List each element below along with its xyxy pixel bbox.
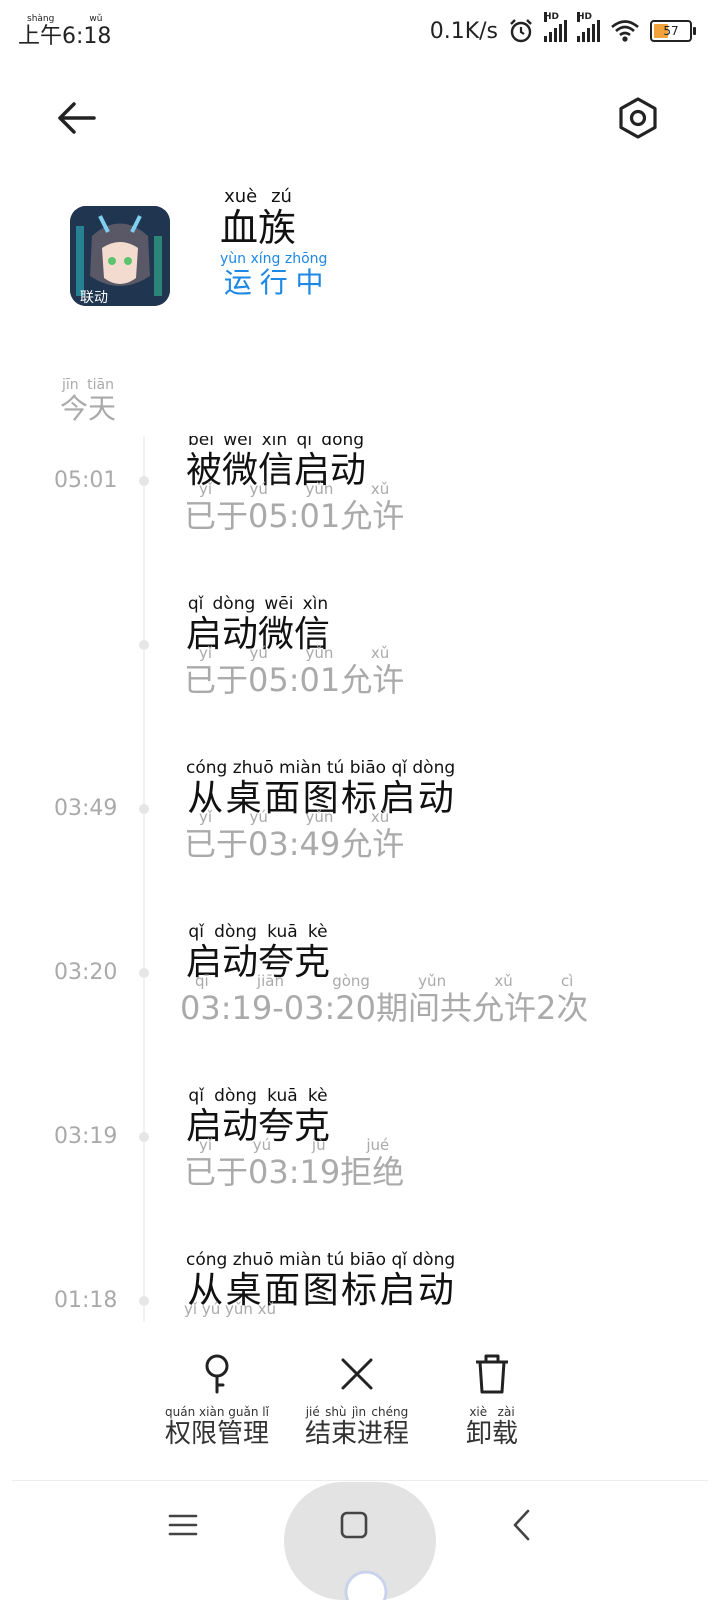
timeline-dot: [139, 1132, 149, 1142]
stop-process-button[interactable]: 结束进程jié shù jìn chéng: [292, 1352, 422, 1450]
entry-time: 01:18: [54, 1288, 118, 1313]
navigation-bar: [0, 1482, 720, 1600]
menu-icon[interactable]: [168, 1510, 198, 1540]
timeline-entry: 03:49 从桌面图标启动cóng zhuō miàn tú biāo qǐ d…: [0, 758, 720, 924]
home-square-icon[interactable]: [339, 1510, 369, 1540]
entry-time: 05:01: [54, 468, 118, 493]
status-icons: 0.1K/s HD HD 57: [429, 12, 696, 44]
arrow-left-icon: [58, 102, 96, 134]
battery-icon: 57: [650, 20, 696, 42]
entry-time: 03:49: [54, 796, 118, 821]
timeline-list[interactable]: 05:01 被微信启动bèi wēi xìn qǐ dòng 已于05:01允许…: [0, 436, 720, 1322]
wifi-icon: [611, 20, 639, 42]
back-button[interactable]: [52, 98, 100, 138]
timeline-entry: 03:19 启动夸克qǐ dòng kuā kè 已于03:19拒绝yǐ yú …: [0, 1086, 720, 1252]
entry-subtitle: 已于05:01允许yǐ yú yǔn xǔ: [184, 480, 405, 535]
timeline-dot: [139, 804, 149, 814]
settings-button[interactable]: [616, 96, 660, 140]
app-icon: 联动: [70, 206, 170, 306]
entry-time: 03:20: [54, 960, 118, 985]
entry-subtitle: yǐ yú yǔn xǔ: [184, 1300, 277, 1318]
divider: [12, 1480, 708, 1481]
trash-icon: [476, 1354, 508, 1394]
timeline-dot: [139, 968, 149, 978]
permissions-button[interactable]: 权限管理quán xiàn guǎn lǐ: [152, 1352, 282, 1450]
chevron-left-icon[interactable]: [510, 1508, 534, 1542]
net-speed: 0.1K/s: [429, 18, 498, 44]
timeline-entry: 05:01 被微信启动bèi wēi xìn qǐ dòng 已于05:01允许…: [0, 436, 720, 596]
timeline-dot: [139, 1296, 149, 1306]
timeline-dot: [139, 476, 149, 486]
timeline-entry: 03:20 启动夸克qǐ dòng kuā kè 03:19-03:20期间共允…: [0, 922, 720, 1088]
touch-indicator: [344, 1570, 388, 1600]
entry-subtitle: 已于03:19拒绝yǐ yú jù jué: [184, 1136, 405, 1191]
day-label: 今天jīn tiān: [60, 377, 117, 425]
settings-icon: [619, 97, 657, 139]
app-name: 血族xuè zú: [220, 186, 297, 250]
entry-subtitle: 03:19-03:20期间共允许2次qī jiān gòng yǔn xǔ cì: [180, 972, 589, 1027]
entry-time: 03:19: [54, 1124, 118, 1149]
signal-icon-2: HD: [577, 12, 600, 42]
app-status: 运行中yùn xíng zhōng: [220, 251, 328, 299]
timeline-dot: [139, 640, 149, 650]
entry-subtitle: 已于03:49允许yǐ yú yǔn xǔ: [184, 808, 405, 863]
svg-text:联动: 联动: [80, 290, 108, 306]
status-bar: 上午6:18shàng wǔ 0.1K/s HD HD 57: [0, 0, 720, 70]
entry-subtitle: 已于05:01允许yǐ yú yǔn xǔ: [184, 644, 405, 699]
close-icon: [341, 1358, 373, 1390]
alarm-icon: [510, 19, 532, 43]
uninstall-button[interactable]: 卸载xiè zài: [452, 1352, 532, 1450]
action-bar: 权限管理quán xiàn guǎn lǐ 结束进程jié shù jìn ch…: [0, 1352, 720, 1462]
key-icon: [205, 1354, 229, 1394]
signal-icon: HD: [544, 12, 567, 42]
timeline-entry: 01:18 从桌面图标启动cóng zhuō miàn tú biāo qǐ d…: [0, 1250, 720, 1322]
status-time: 上午6:18shàng wǔ: [18, 14, 112, 49]
timeline-entry: 启动微信qǐ dòng wēi xìn 已于05:01允许yǐ yú yǔn x…: [0, 594, 720, 760]
